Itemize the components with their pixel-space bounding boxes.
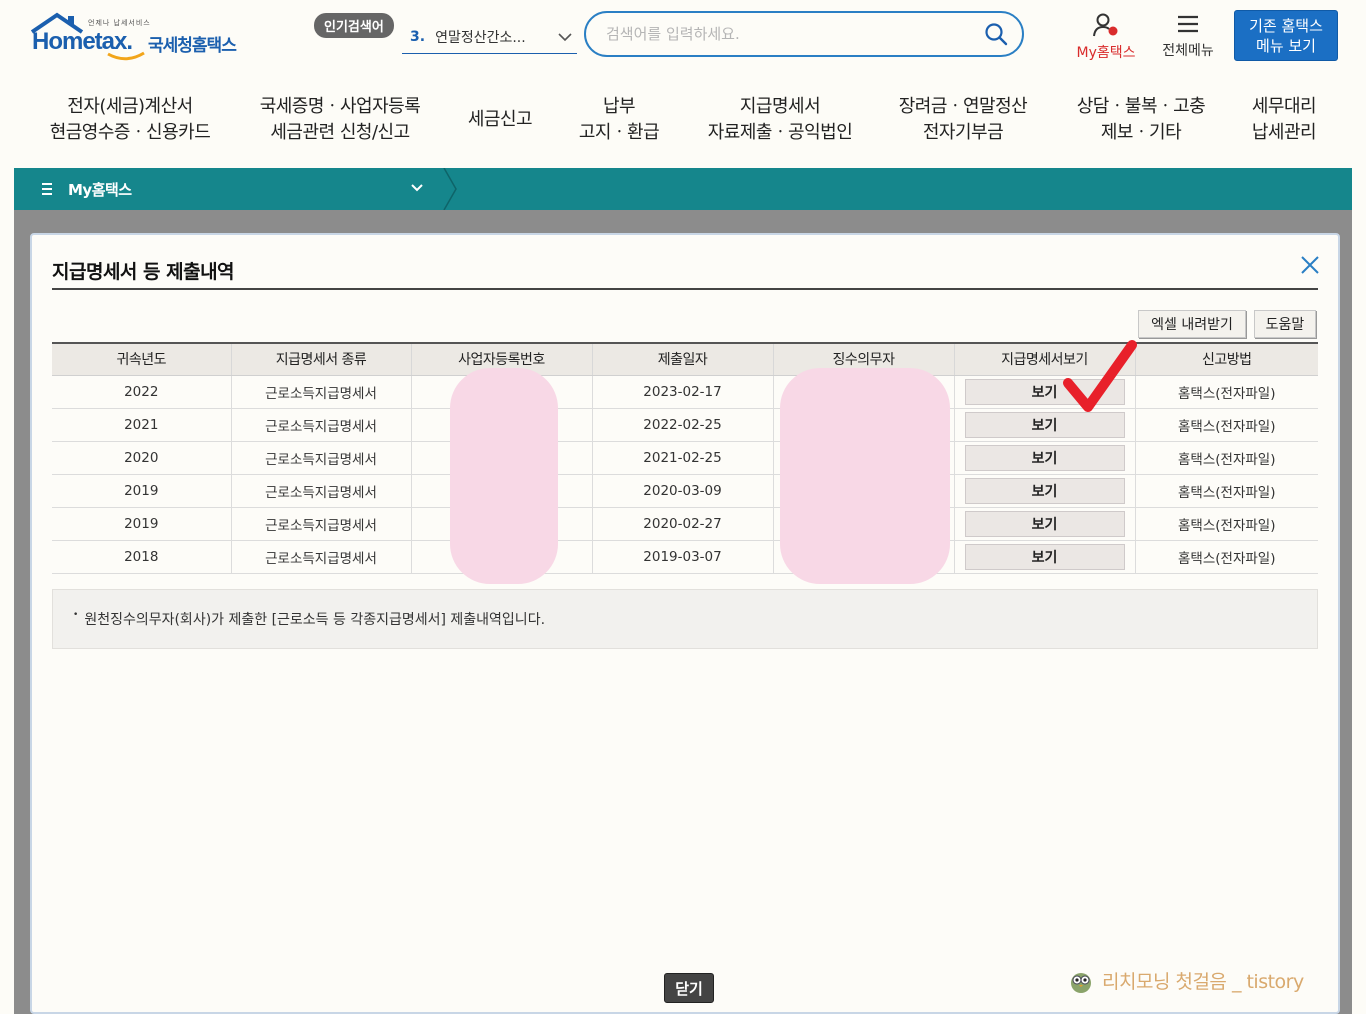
my-hometax-label: My홈택스	[1076, 45, 1136, 61]
global-nav: 전자(세금)계산서 현금영수증ㆍ신용카드 국세증명ㆍ사업자등록 세금관련 신청/…	[0, 90, 1366, 168]
all-menu-label: 전체메뉴	[1162, 43, 1214, 59]
cell-method: 홈택스(전자파일)	[1135, 441, 1318, 475]
close-icon[interactable]	[1298, 253, 1322, 277]
gnb-item-certificate[interactable]: 국세증명ㆍ사업자등록 세금관련 신청/신고	[250, 94, 430, 146]
cell-date: 2023-02-17	[592, 375, 774, 409]
gnb-item-payment[interactable]: 납부 고지ㆍ환급	[569, 94, 669, 146]
owl-icon	[1071, 972, 1091, 993]
cell-date: 2022-02-25	[592, 408, 774, 442]
chevron-down-icon	[558, 32, 572, 41]
modal-title: 지급명세서 등 제출내역	[52, 261, 235, 283]
redaction-mask-bizno	[450, 368, 558, 584]
watermark-text: 리치모닝 첫걸음 _ tistory	[1102, 971, 1304, 993]
cell-method: 홈택스(전자파일)	[1135, 474, 1318, 508]
submission-history-modal: 지급명세서 등 제출내역 엑셀 내려받기 도움말 귀속년도 지급명세서 종류 사…	[30, 233, 1340, 1014]
user-icon	[1093, 13, 1118, 37]
menu-icon	[42, 183, 52, 195]
notice-box: • 원천징수의무자(회사)가 제출한 [근로소득 등 각종지급명세서] 제출내역…	[52, 589, 1318, 649]
old-menu-button[interactable]: 기존 홈택스 메뉴 보기	[1234, 10, 1338, 61]
search-input[interactable]	[606, 25, 984, 43]
cell-type: 근로소득지급명세서	[231, 540, 412, 574]
title-divider	[52, 288, 1318, 290]
cell-method: 홈택스(전자파일)	[1135, 375, 1318, 409]
excel-download-button[interactable]: 엑셀 내려받기	[1138, 310, 1246, 338]
cell-type: 근로소득지급명세서	[231, 507, 412, 541]
notice-text: 원천징수의무자(회사)가 제출한 [근로소득 등 각종지급명세서] 제출내역입니…	[84, 612, 546, 628]
cell-view: 보기	[954, 441, 1136, 475]
cell-date: 2021-02-25	[592, 441, 774, 475]
cell-year: 2022	[52, 375, 232, 409]
cell-date: 2020-03-09	[592, 474, 774, 508]
logo-subtitle: 국세청홈택스	[148, 36, 237, 56]
redaction-mask-payer	[780, 368, 950, 584]
cell-type: 근로소득지급명세서	[231, 375, 412, 409]
column-header-date: 제출일자	[592, 342, 774, 376]
cell-view: 보기	[954, 540, 1136, 574]
view-button[interactable]: 보기	[964, 444, 1125, 471]
cell-date: 2019-03-07	[592, 540, 774, 574]
gnb-item-tax-agent[interactable]: 세무대리 납세관리	[1234, 94, 1334, 146]
search-icon[interactable]	[984, 22, 1008, 46]
old-menu-label-2: 메뉴 보기	[1256, 37, 1316, 55]
cell-type: 근로소득지급명세서	[231, 441, 412, 475]
help-button[interactable]: 도움말	[1254, 310, 1316, 338]
logo-tagline: 언제나 납세서비스	[88, 19, 151, 27]
cell-type: 근로소득지급명세서	[231, 474, 412, 508]
gnb-item-etax[interactable]: 전자(세금)계산서 현금영수증ㆍ신용카드	[40, 94, 220, 146]
column-header-year: 귀속년도	[52, 342, 232, 376]
cell-year: 2020	[52, 441, 232, 475]
gnb-item-tax-report[interactable]: 세금신고	[450, 107, 550, 133]
my-hometax-button[interactable]: My홈택스	[1068, 12, 1144, 62]
table-row: 2019 근로소득지급명세서 2020-03-09 보기 홈택스(전자파일)	[52, 474, 1318, 508]
popular-search-select[interactable]: 3. 연말정산간소...	[402, 20, 577, 54]
cell-year: 2018	[52, 540, 232, 574]
cell-view: 보기	[954, 507, 1136, 541]
gnb-item-year-end[interactable]: 장려금ㆍ연말정산 전자기부금	[888, 94, 1038, 146]
cell-view: 보기	[954, 474, 1136, 508]
breadcrumb-separator-icon	[443, 168, 457, 210]
cell-method: 홈택스(전자파일)	[1135, 507, 1318, 541]
my-hometax-bar-label: My홈택스	[68, 180, 132, 199]
cell-year: 2019	[52, 474, 232, 508]
table-row: 2019 근로소득지급명세서 2020-02-27 보기 홈택스(전자파일)	[52, 507, 1318, 541]
popular-search-rank: 3.	[410, 28, 426, 45]
gnb-item-payment-statement[interactable]: 지급명세서 자료제출ㆍ공익법인	[690, 94, 870, 146]
all-menu-button[interactable]: 전체메뉴	[1155, 12, 1221, 60]
popular-search-badge: 인기검색어	[314, 13, 394, 38]
hometax-logo[interactable]: 언제나 납세서비스 Hometax. 국세청홈택스	[28, 12, 258, 64]
cell-year: 2019	[52, 507, 232, 541]
table-row: 2018 근로소득지급명세서 2019-03-07 보기 홈택스(전자파일)	[52, 540, 1318, 574]
view-button[interactable]: 보기	[964, 477, 1125, 504]
view-button[interactable]: 보기	[964, 510, 1125, 537]
table-row: 2020 근로소득지급명세서 2021-02-25 보기 홈택스(전자파일)	[52, 441, 1318, 475]
cell-type: 근로소득지급명세서	[231, 408, 412, 442]
blog-watermark: 리치모닝 첫걸음 _ tistory	[1068, 967, 1304, 994]
column-header-method: 신고방법	[1135, 342, 1318, 376]
cell-method: 홈택스(전자파일)	[1135, 540, 1318, 574]
old-menu-label-1: 기존 홈택스	[1249, 17, 1323, 35]
hamburger-icon	[1178, 15, 1198, 33]
cell-year: 2021	[52, 408, 232, 442]
search-box	[584, 11, 1024, 57]
column-header-type: 지급명세서 종류	[231, 342, 412, 376]
logo-swoosh-icon	[107, 51, 145, 61]
bullet-icon: •	[73, 610, 79, 620]
chevron-down-icon[interactable]	[410, 183, 424, 193]
my-hometax-bar[interactable]: My홈택스	[14, 168, 1352, 210]
close-button[interactable]: 닫기	[664, 973, 714, 1003]
gnb-item-consulting[interactable]: 상담ㆍ불복ㆍ고충 제보ㆍ기타	[1066, 94, 1216, 146]
view-button[interactable]: 보기	[964, 543, 1125, 570]
cell-method: 홈택스(전자파일)	[1135, 408, 1318, 442]
cell-date: 2020-02-27	[592, 507, 774, 541]
popular-search-term: 연말정산간소...	[435, 29, 526, 46]
check-mark-icon	[1063, 340, 1137, 412]
